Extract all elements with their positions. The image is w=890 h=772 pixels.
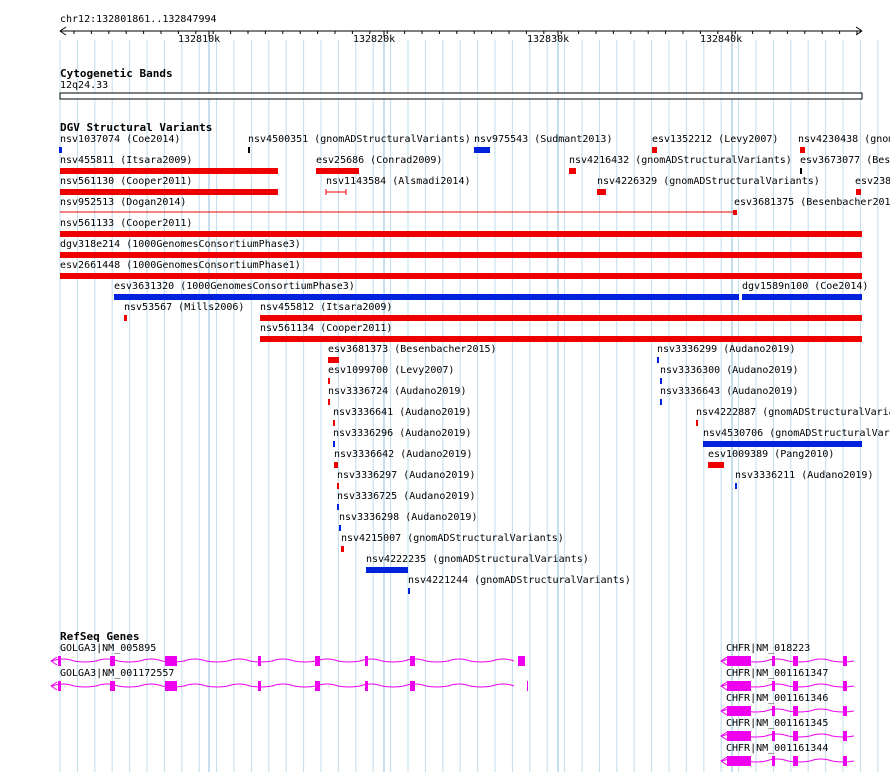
- strand-arrow: [720, 706, 728, 716]
- dgv-feature-glyph[interactable]: [60, 231, 862, 237]
- dgv-feature-glyph[interactable]: [703, 441, 862, 447]
- gene-exon: [165, 656, 177, 666]
- gene-exon: [410, 656, 415, 666]
- dgv-feature-glyph[interactable]: [800, 168, 802, 174]
- gene-exon: [772, 756, 775, 766]
- dgv-feature-glyph[interactable]: [328, 357, 339, 363]
- gene-exon: [527, 681, 528, 691]
- gene-exon: [258, 656, 261, 666]
- gene-exon: [793, 706, 798, 716]
- gene-exon: [365, 656, 368, 666]
- gene-exon: [518, 656, 525, 666]
- dgv-feature-glyph[interactable]: [341, 546, 344, 552]
- strand-arrow: [50, 656, 58, 666]
- gene-intron: [51, 658, 515, 663]
- dgv-feature-glyph[interactable]: [569, 168, 576, 174]
- dgv-feature-glyph[interactable]: [800, 147, 805, 153]
- dgv-feature-glyph[interactable]: [248, 147, 250, 153]
- dgv-feature-glyph[interactable]: [366, 567, 408, 573]
- gene-exon: [315, 681, 320, 691]
- gene-intron: [51, 683, 515, 688]
- dgv-feature-glyph[interactable]: [597, 189, 606, 195]
- gene-exon: [727, 656, 751, 666]
- dgv-feature-glyph[interactable]: [333, 441, 335, 447]
- gene-exon: [258, 681, 261, 691]
- gene-exon: [772, 731, 775, 741]
- dgv-feature-glyph[interactable]: [334, 462, 338, 468]
- gene-model[interactable]: [720, 706, 855, 716]
- dgv-feature-glyph[interactable]: [708, 462, 724, 468]
- gene-exon: [843, 681, 847, 691]
- feature-glyphs: [50, 26, 863, 766]
- strand-arrow: [720, 756, 728, 766]
- dgv-feature-glyph[interactable]: [696, 420, 698, 426]
- dgv-feature-glyph[interactable]: [60, 189, 278, 195]
- gene-exon: [843, 731, 847, 741]
- gene-model[interactable]: [720, 681, 855, 691]
- gene-exon: [772, 656, 775, 666]
- gene-exon: [727, 731, 751, 741]
- dgv-feature-glyph[interactable]: [652, 147, 657, 153]
- gene-exon: [58, 656, 61, 666]
- gene-exon: [793, 731, 798, 741]
- dgv-feature-glyph[interactable]: [316, 168, 359, 174]
- gene-exon: [793, 681, 798, 691]
- gene-exon: [365, 681, 368, 691]
- dgv-feature-glyph[interactable]: [660, 399, 662, 405]
- gene-exon: [727, 706, 751, 716]
- dgv-feature-glyph[interactable]: [339, 525, 341, 531]
- gene-exon: [727, 681, 751, 691]
- gene-exon: [110, 656, 115, 666]
- gene-exon: [793, 656, 798, 666]
- dgv-feature-glyph[interactable]: [59, 147, 62, 153]
- gene-exon: [843, 756, 847, 766]
- cytoband-bar[interactable]: [59, 92, 863, 100]
- strand-arrow: [720, 656, 728, 666]
- gene-model[interactable]: [720, 656, 855, 666]
- gene-exon: [410, 681, 415, 691]
- strand-arrow: [50, 681, 58, 691]
- gene-model[interactable]: [720, 756, 855, 766]
- strand-arrow: [720, 681, 728, 691]
- dgv-feature-glyph[interactable]: [333, 420, 335, 426]
- dgv-feature-glyph[interactable]: [657, 357, 659, 363]
- dgv-feature-glyph[interactable]: [60, 252, 862, 258]
- dgv-feature-glyph[interactable]: [328, 399, 330, 405]
- gene-model[interactable]: [720, 731, 855, 741]
- dgv-feature-glyph[interactable]: [325, 189, 347, 195]
- gene-exon: [793, 756, 798, 766]
- dgv-feature-glyph[interactable]: [124, 315, 127, 321]
- dgv-feature-glyph[interactable]: [337, 483, 339, 489]
- dgv-feature-glyph[interactable]: [60, 168, 278, 174]
- dgv-feature-glyph[interactable]: [337, 504, 339, 510]
- dgv-feature-glyph[interactable]: [60, 273, 862, 279]
- gene-exon: [165, 681, 177, 691]
- gene-model[interactable]: [50, 656, 525, 666]
- gene-exon: [727, 756, 751, 766]
- gene-exon: [110, 681, 115, 691]
- dgv-feature-glyph[interactable]: [114, 294, 739, 300]
- gene-model[interactable]: [50, 681, 528, 691]
- gene-exon: [315, 656, 320, 666]
- dgv-feature-glyph[interactable]: [328, 378, 330, 384]
- dgv-feature-glyph[interactable]: [408, 588, 410, 594]
- gene-exon: [843, 656, 847, 666]
- dgv-feature-glyph[interactable]: [474, 147, 490, 153]
- strand-arrow: [720, 731, 728, 741]
- gene-exon: [772, 706, 775, 716]
- dgv-feature-glyph[interactable]: [735, 483, 737, 489]
- dgv-feature-glyph[interactable]: [733, 210, 737, 215]
- dgv-feature-glyph[interactable]: [742, 294, 862, 300]
- dgv-feature-glyph[interactable]: [260, 315, 862, 321]
- dgv-feature-glyph[interactable]: [660, 378, 662, 384]
- gene-exon: [843, 706, 847, 716]
- dgv-feature-glyph[interactable]: [260, 336, 862, 342]
- gene-exon: [772, 681, 775, 691]
- genome-browser: chr12:132801861..132847994 132810k 13282…: [0, 0, 890, 772]
- dgv-feature-glyph[interactable]: [856, 189, 861, 195]
- gene-exon: [58, 681, 61, 691]
